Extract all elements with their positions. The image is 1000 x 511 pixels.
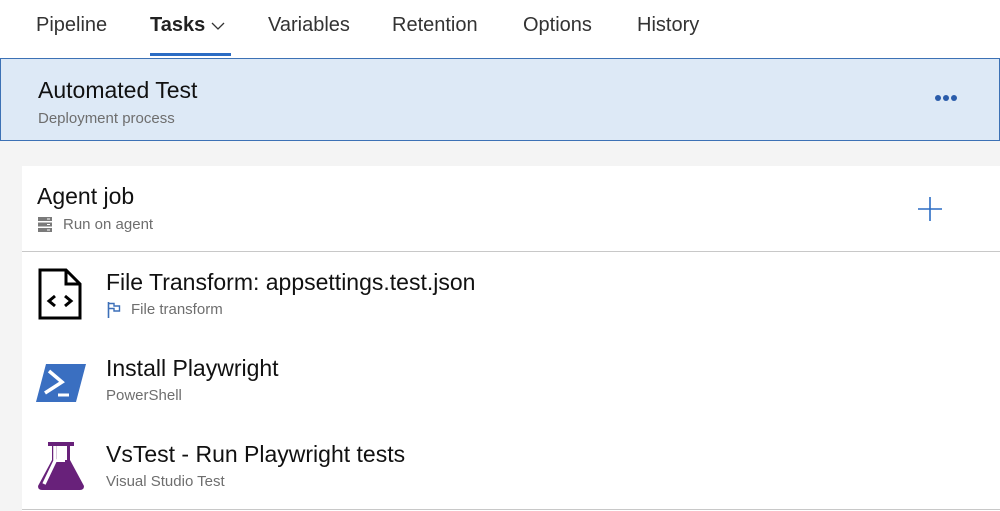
- task-title: Install Playwright: [106, 355, 279, 381]
- stage-header[interactable]: Automated Test Deployment process: [0, 58, 1000, 141]
- job-subtitle: Run on agent: [63, 216, 154, 233]
- tab-bar: Pipeline Tasks Variables Retention Optio…: [0, 0, 1000, 58]
- tab-history[interactable]: History: [637, 14, 699, 37]
- task-item[interactable]: Install Playwright PowerShell: [22, 338, 1000, 424]
- tab-label: Options: [523, 14, 592, 36]
- tab-tasks[interactable]: Tasks: [150, 14, 225, 37]
- plus-icon[interactable]: [915, 194, 945, 224]
- task-title: File Transform: appsettings.test.json: [106, 269, 476, 295]
- flag-icon: [107, 302, 121, 318]
- server-icon: [38, 217, 52, 232]
- task-subtitle: Visual Studio Test: [106, 473, 225, 490]
- flask-icon: [38, 442, 84, 490]
- tab-variables[interactable]: Variables: [268, 14, 350, 37]
- tab-pipeline[interactable]: Pipeline: [36, 14, 107, 37]
- task-title: VsTest - Run Playwright tests: [106, 441, 406, 467]
- divider: [22, 509, 1000, 510]
- chevron-down-icon[interactable]: [211, 14, 225, 37]
- active-tab-indicator: [150, 53, 231, 56]
- task-item[interactable]: VsTest - Run Playwright tests Visual Stu…: [22, 424, 1000, 510]
- tab-label: Retention: [392, 14, 478, 36]
- tab-label: Pipeline: [36, 14, 108, 36]
- job-title: Agent job: [37, 183, 135, 209]
- stage-subtitle: Deployment process: [38, 110, 175, 127]
- task-item[interactable]: File Transform: appsettings.test.json Fi…: [22, 252, 1000, 338]
- tab-label: Tasks: [150, 14, 206, 36]
- job-panel: Agent job Run on agent File Transform: a…: [22, 166, 1000, 511]
- tab-label: Variables: [268, 14, 350, 36]
- powershell-icon: [36, 364, 86, 402]
- tab-options[interactable]: Options: [523, 14, 592, 37]
- agent-job[interactable]: Agent job Run on agent: [22, 166, 1000, 252]
- tab-retention[interactable]: Retention: [392, 14, 478, 37]
- stage-title: Automated Test: [38, 77, 198, 103]
- tab-label: History: [637, 14, 700, 36]
- task-subtitle: PowerShell: [106, 387, 182, 404]
- ellipsis-icon[interactable]: [933, 89, 959, 107]
- code-file-icon: [38, 268, 82, 320]
- task-subtitle: File transform: [131, 301, 223, 318]
